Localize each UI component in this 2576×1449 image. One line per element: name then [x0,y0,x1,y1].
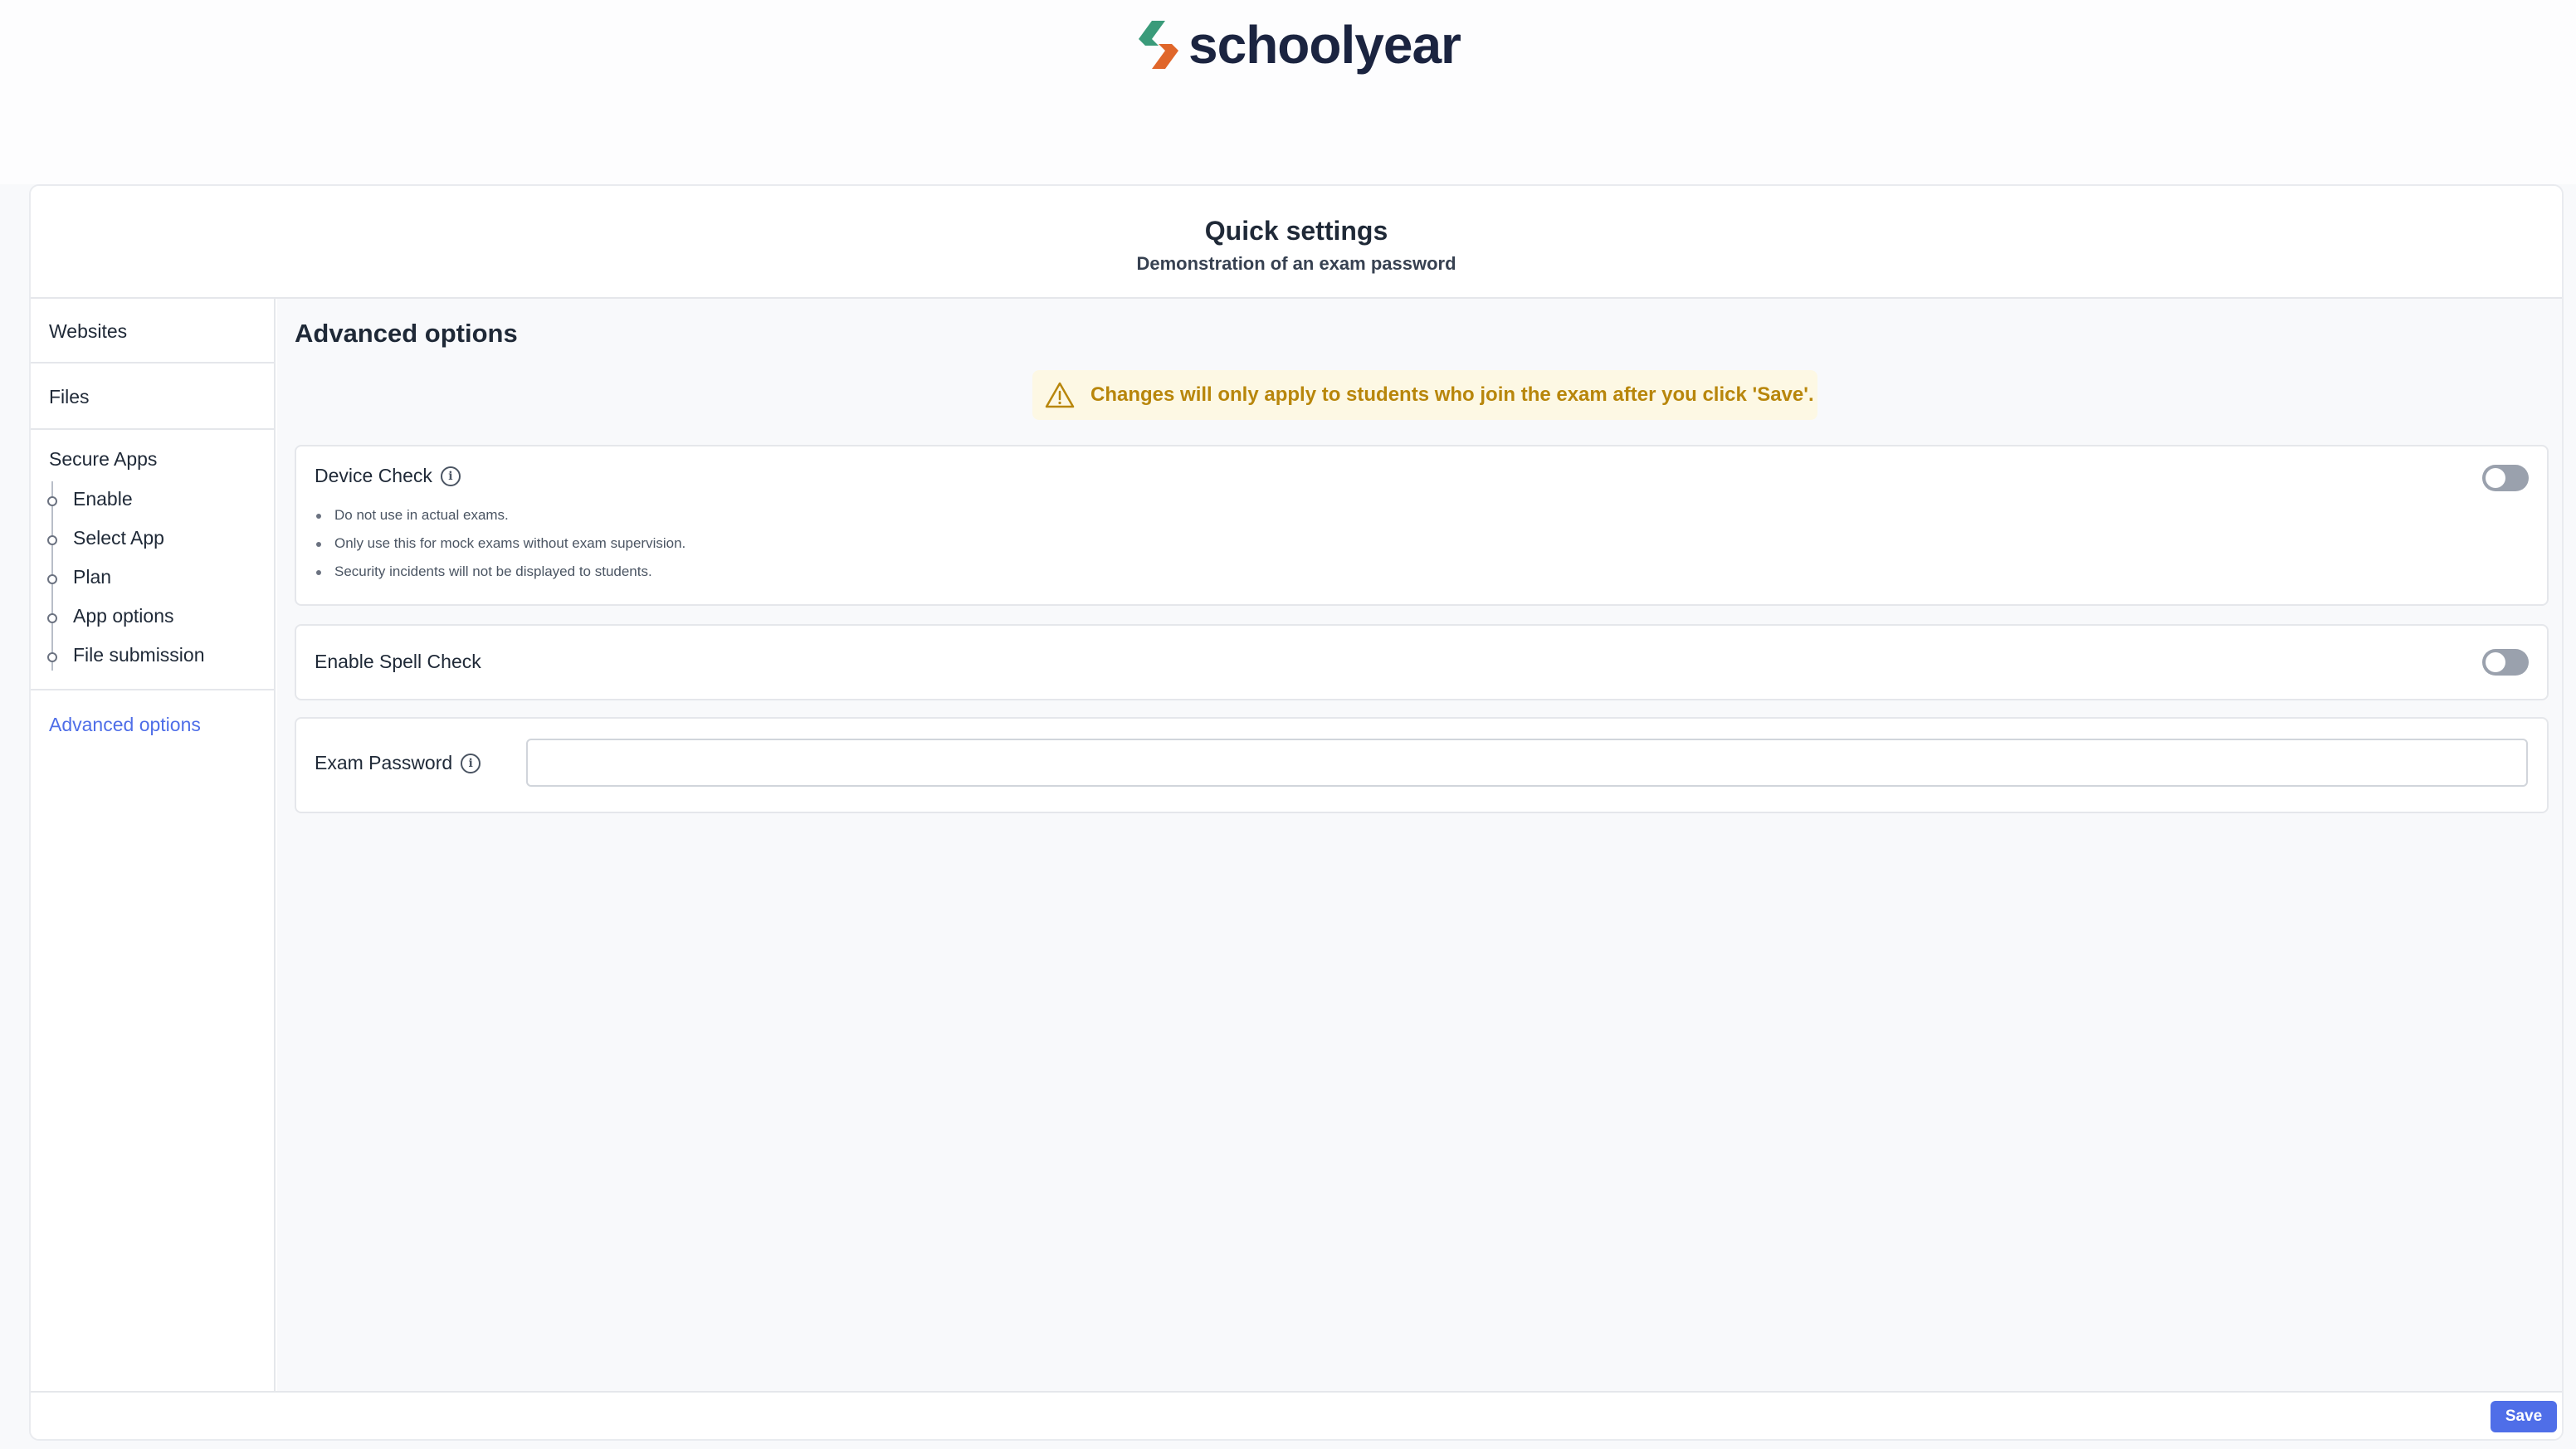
main-content: Advanced options Changes will only apply… [277,299,2562,1391]
tree-node-icon [47,613,57,623]
spell-check-panel: Enable Spell Check [295,624,2549,700]
page-title: Quick settings [1204,216,1388,246]
list-item: Do not use in actual exams. [315,501,685,529]
list-item: Only use this for mock exams without exa… [315,529,685,558]
sidebar-item-files[interactable]: Files [31,363,274,430]
device-check-label-row: Device Check i [315,465,461,487]
exam-password-label-row: Exam Password i [315,752,481,774]
schoolyear-logo-icon [1139,21,1178,69]
sidebar-item-select-app[interactable]: Select App [73,527,164,549]
sidebar-item-file-submission[interactable]: File submission [73,644,205,666]
device-check-panel: Device Check i Do not use in actual exam… [295,445,2549,606]
tree-node-icon [47,535,57,545]
notice-text: Changes will only apply to students who … [1090,383,1814,406]
sidebar-item-enable[interactable]: Enable [73,488,133,510]
exam-password-input[interactable] [526,739,2528,787]
sidebar-item-secure-apps[interactable]: Secure Apps [49,448,157,471]
section-title: Advanced options [295,319,518,348]
info-icon[interactable]: i [461,753,481,773]
settings-sidebar: Websites Files Secure Apps Enable Select… [31,299,276,1391]
sidebar-group-secure-apps: Secure Apps Enable Select App Plan App o… [31,430,274,690]
device-check-toggle[interactable] [2482,465,2529,491]
quick-settings-card: Quick settings Demonstration of an exam … [29,184,2564,1441]
device-check-notes: Do not use in actual exams. Only use thi… [315,501,685,586]
spell-check-toggle[interactable] [2482,649,2529,676]
spell-check-label: Enable Spell Check [315,651,481,672]
device-check-label: Device Check [315,465,432,486]
exam-name: Demonstration of an exam password [1136,253,1456,274]
tree-node-icon [47,496,57,506]
sidebar-item-app-options[interactable]: App options [73,605,173,627]
app-header: schoolyear [0,0,2576,184]
list-item: Security incidents will not be displayed… [315,558,685,586]
sidebar-item-websites[interactable]: Websites [31,299,274,363]
exam-password-label: Exam Password [315,752,453,773]
card-footer: Save [31,1391,2562,1439]
info-icon[interactable]: i [440,466,461,486]
save-notice-banner: Changes will only apply to students who … [1032,370,1817,420]
warning-icon [1045,382,1075,408]
tree-node-icon [47,652,57,662]
brand-name: schoolyear [1188,15,1461,75]
sidebar-item-plan[interactable]: Plan [73,566,111,588]
tree-node-icon [47,574,57,584]
card-header: Quick settings Demonstration of an exam … [31,186,2562,299]
sidebar-item-advanced-options[interactable]: Advanced options [49,714,201,736]
save-button[interactable]: Save [2491,1401,2557,1432]
schoolyear-logo[interactable]: schoolyear [1137,12,1461,78]
exam-password-panel: Exam Password i [295,717,2549,813]
